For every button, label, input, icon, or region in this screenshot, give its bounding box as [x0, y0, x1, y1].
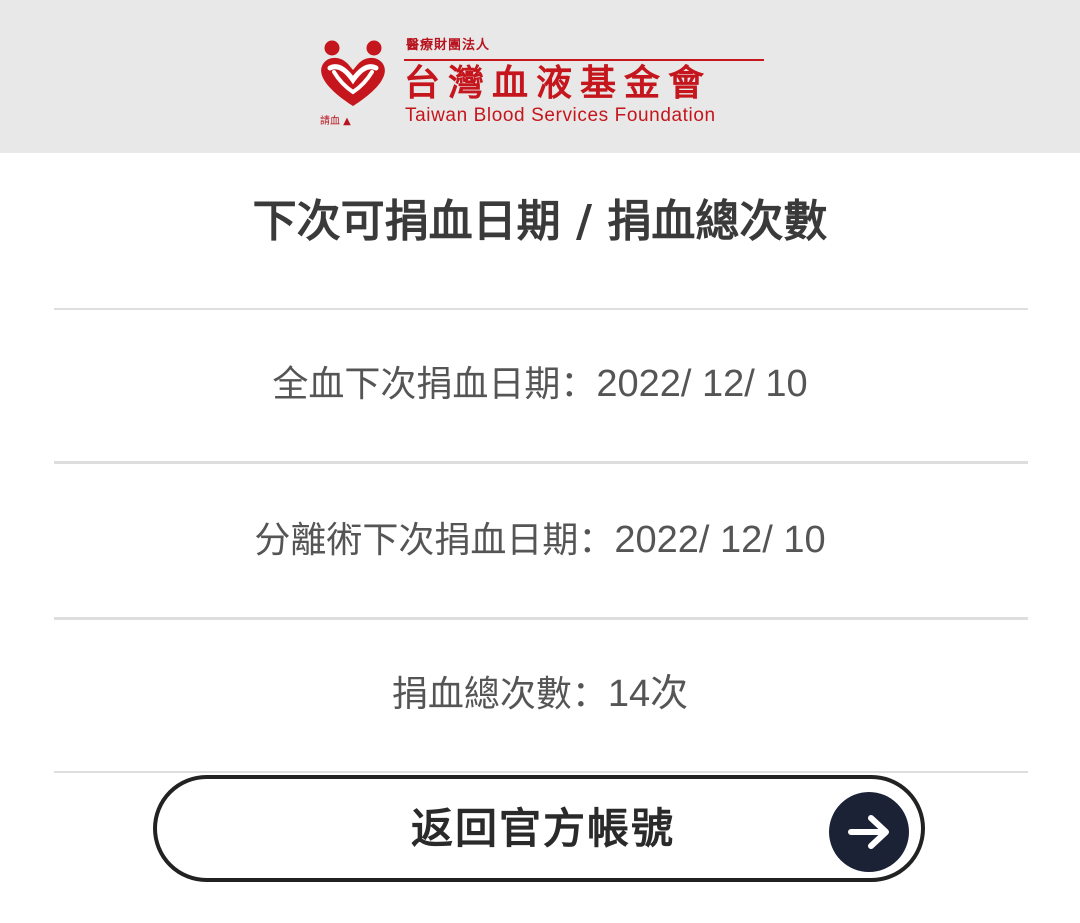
divider — [54, 617, 1028, 620]
total-donations-row: 捐血總次數：14次 — [0, 669, 1080, 720]
arrow-right-icon-glyph — [848, 815, 889, 849]
logo-org-prefix: 醫療財團法人 — [406, 38, 491, 53]
header-bar: 請血 ▲ 醫療財團法人 台灣血液基金會 Taiwan Blood Service… — [0, 0, 1080, 153]
apheresis-next-date-row: 分離術下次捐血日期：2022/ 12/ 10 — [0, 515, 1080, 566]
total-donations-label: 捐血總次數： — [391, 674, 608, 715]
apheresis-next-date-label: 分離術下次捐血日期： — [254, 520, 615, 561]
page-title: 下次可捐血日期 / 捐血總次數 — [252, 196, 828, 247]
back-to-official-account-button[interactable]: 返回官方帳號 — [153, 775, 925, 882]
foundation-logo: 請血 ▲ 醫療財團法人 台灣血液基金會 Taiwan Blood Service… — [316, 32, 776, 132]
whole-blood-next-date-row: 全血下次捐血日期：2022/ 12/ 10 — [0, 359, 1080, 410]
whole-blood-next-date-label: 全血下次捐血日期： — [272, 364, 597, 405]
back-button-label: 返回官方帳號 — [410, 804, 675, 853]
apheresis-next-date-value: 2022/ 12/ 10 — [614, 519, 826, 561]
arrow-right-icon — [829, 792, 909, 872]
logo-small-mark: 請血 ▲ — [320, 116, 351, 127]
total-donations-value: 14次 — [607, 673, 689, 715]
whole-blood-next-date-value: 2022/ 12/ 10 — [596, 363, 808, 405]
logo-name-english: Taiwan Blood Services Foundation — [405, 105, 716, 126]
divider — [54, 308, 1028, 310]
divider — [54, 771, 1028, 773]
divider — [54, 461, 1028, 464]
logo-name-chinese: 台灣血液基金會 — [404, 62, 713, 104]
logo-divider — [404, 59, 764, 61]
